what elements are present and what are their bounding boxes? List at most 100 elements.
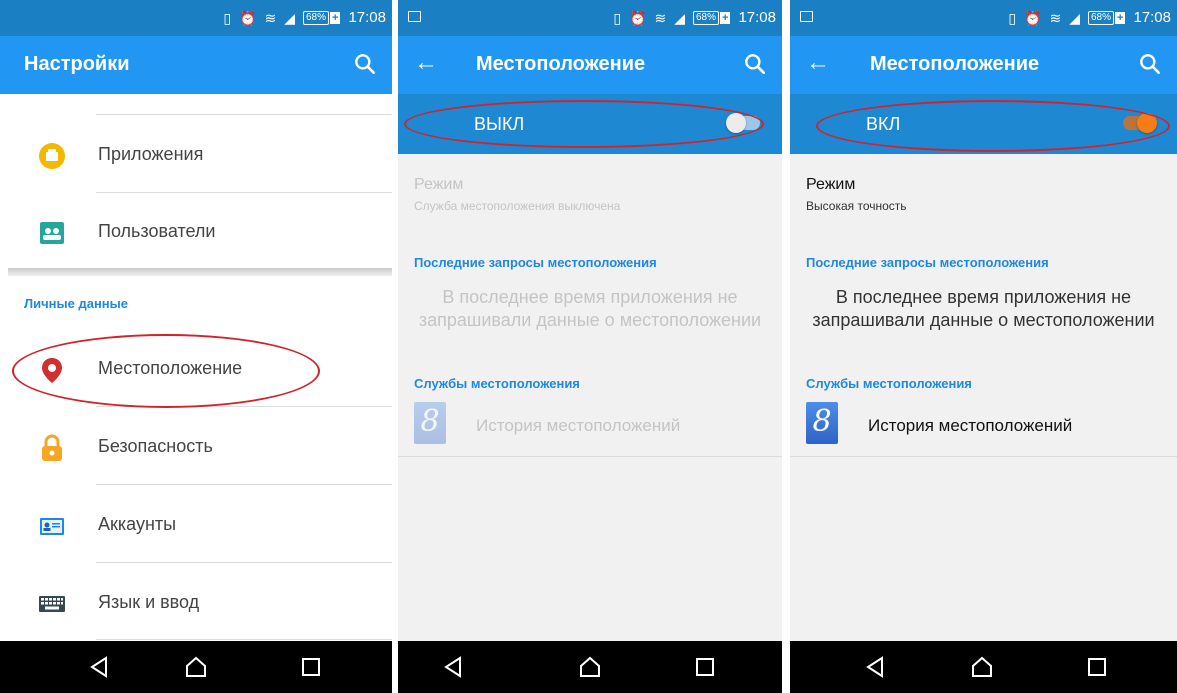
alarm-icon: ⏰ [239,9,257,26]
settings-screen: ▯ ⏰ ≋ ◢ 68% + 17:08 Настройки Приложения [0,0,392,693]
users-icon [40,222,64,244]
divider [96,192,392,193]
back-nav-icon[interactable] [864,655,886,679]
location-switch-bar[interactable]: ВЫКЛ [398,94,782,154]
settings-item-users[interactable]: Пользователи [0,195,392,269]
recent-requests-message: В последнее время приложения не запрашив… [418,287,762,330]
divider [790,456,1177,457]
settings-item-label: Приложения [98,144,204,164]
signal-icon: ◢ [674,9,685,26]
recent-requests-header: Последние запросы местоположения [414,255,657,270]
location-toggle[interactable] [726,113,760,133]
search-icon[interactable] [1137,51,1163,77]
settings-item-language[interactable]: Язык и ввод [0,566,392,640]
wifi-icon: ≋ [264,9,277,26]
google-icon: 8 [806,402,838,444]
switch-state-label: ВЫКЛ [474,114,525,134]
mode-title: Режим [414,176,464,193]
divider [398,456,782,457]
status-bar: ▯ ⏰ ≋ ◢ 68% + 17:08 [790,0,1177,36]
wifi-icon: ≋ [654,9,667,26]
battery-charging-indicator: + [720,11,731,24]
settings-item-security[interactable]: Безопасность [0,410,392,484]
location-pin-icon [42,358,62,383]
gallery-notification-icon [800,11,813,22]
recents-nav-icon[interactable] [1086,655,1108,679]
battery-charging-indicator: + [330,11,341,24]
page-title: Настройки [24,53,130,75]
status-bar: ▯ ⏰ ≋ ◢ 68% + 17:08 [0,0,392,36]
divider [96,639,392,640]
back-arrow-icon[interactable]: ← [414,51,438,75]
app-bar: ← Местоположение [790,36,1177,94]
search-icon[interactable] [742,51,768,77]
vibrate-icon: ▯ [1008,9,1017,26]
wifi-icon: ≋ [1049,9,1062,26]
page-title: Местоположение [870,53,1040,75]
location-screen-on: ▯ ⏰ ≋ ◢ 68% + 17:08 ← Местоположение ВКЛ… [790,0,1177,693]
switch-state-label: ВКЛ [866,114,901,134]
home-nav-icon[interactable] [970,655,994,679]
settings-item-accounts[interactable]: Аккаунты [0,488,392,562]
location-switch-bar[interactable]: ВКЛ [790,94,1177,154]
navigation-bar [398,641,782,693]
settings-item-label: Безопасность [98,436,213,456]
mode-title: Режим [806,176,856,193]
home-nav-icon[interactable] [184,655,208,679]
toggle-knob [726,113,746,133]
battery-icon: 68% + [303,10,341,25]
settings-item-label: Пользователи [98,221,216,241]
settings-item-location[interactable]: Местоположение [0,332,392,406]
settings-item-label: Местоположение [98,358,243,378]
back-nav-icon[interactable] [88,655,110,679]
navigation-bar [0,641,392,693]
page-title: Местоположение [476,53,646,75]
divider [96,114,392,115]
mode-subtitle: Служба местоположения выключена [414,199,621,213]
status-bar: ▯ ⏰ ≋ ◢ 68% + 17:08 [398,0,782,36]
location-services-header: Службы местоположения [806,376,972,391]
battery-level: 68% [693,10,720,25]
status-clock: 17:08 [1133,9,1171,26]
mode-subtitle: Высокая точность [806,199,907,213]
recents-nav-icon[interactable] [694,655,716,679]
toggle-knob [1137,113,1157,133]
google-icon: 8 [414,402,446,444]
back-arrow-icon[interactable]: ← [806,51,830,75]
signal-icon: ◢ [284,9,295,26]
alarm-icon: ⏰ [1024,9,1042,26]
search-icon[interactable] [352,51,378,77]
location-screen-off: ▯ ⏰ ≋ ◢ 68% + 17:08 ← Местоположение ВЫК… [398,0,782,693]
apps-icon [39,143,65,169]
divider [96,562,392,563]
vibrate-icon: ▯ [613,9,622,26]
location-toggle[interactable] [1123,113,1157,133]
status-clock: 17:08 [348,9,386,26]
recent-requests-message: В последнее время приложения не запрашив… [812,287,1155,330]
navigation-bar [790,641,1177,693]
location-history-label[interactable]: История местоположений [868,416,1072,436]
section-header: Личные данные [24,296,128,311]
lock-icon [42,434,62,461]
recents-nav-icon[interactable] [300,655,322,679]
accounts-icon [40,518,64,535]
alarm-icon: ⏰ [629,9,647,26]
status-clock: 17:08 [738,9,776,26]
settings-item-label: Язык и ввод [98,592,200,612]
battery-charging-indicator: + [1115,11,1126,24]
battery-icon: 68% + [693,10,731,25]
vibrate-icon: ▯ [223,9,232,26]
app-bar: Настройки [0,36,392,94]
home-nav-icon[interactable] [578,655,602,679]
location-services-header: Службы местоположения [414,376,580,391]
signal-icon: ◢ [1069,9,1080,26]
divider [96,484,392,485]
settings-item-label: Аккаунты [98,514,177,534]
settings-item-apps[interactable]: Приложения [0,118,392,192]
battery-icon: 68% + [1088,10,1126,25]
gallery-notification-icon [408,11,421,22]
back-nav-icon[interactable] [442,655,464,679]
location-history-label[interactable]: История местоположений [476,416,680,436]
recent-requests-header: Последние запросы местоположения [806,255,1049,270]
keyboard-icon [39,596,65,612]
